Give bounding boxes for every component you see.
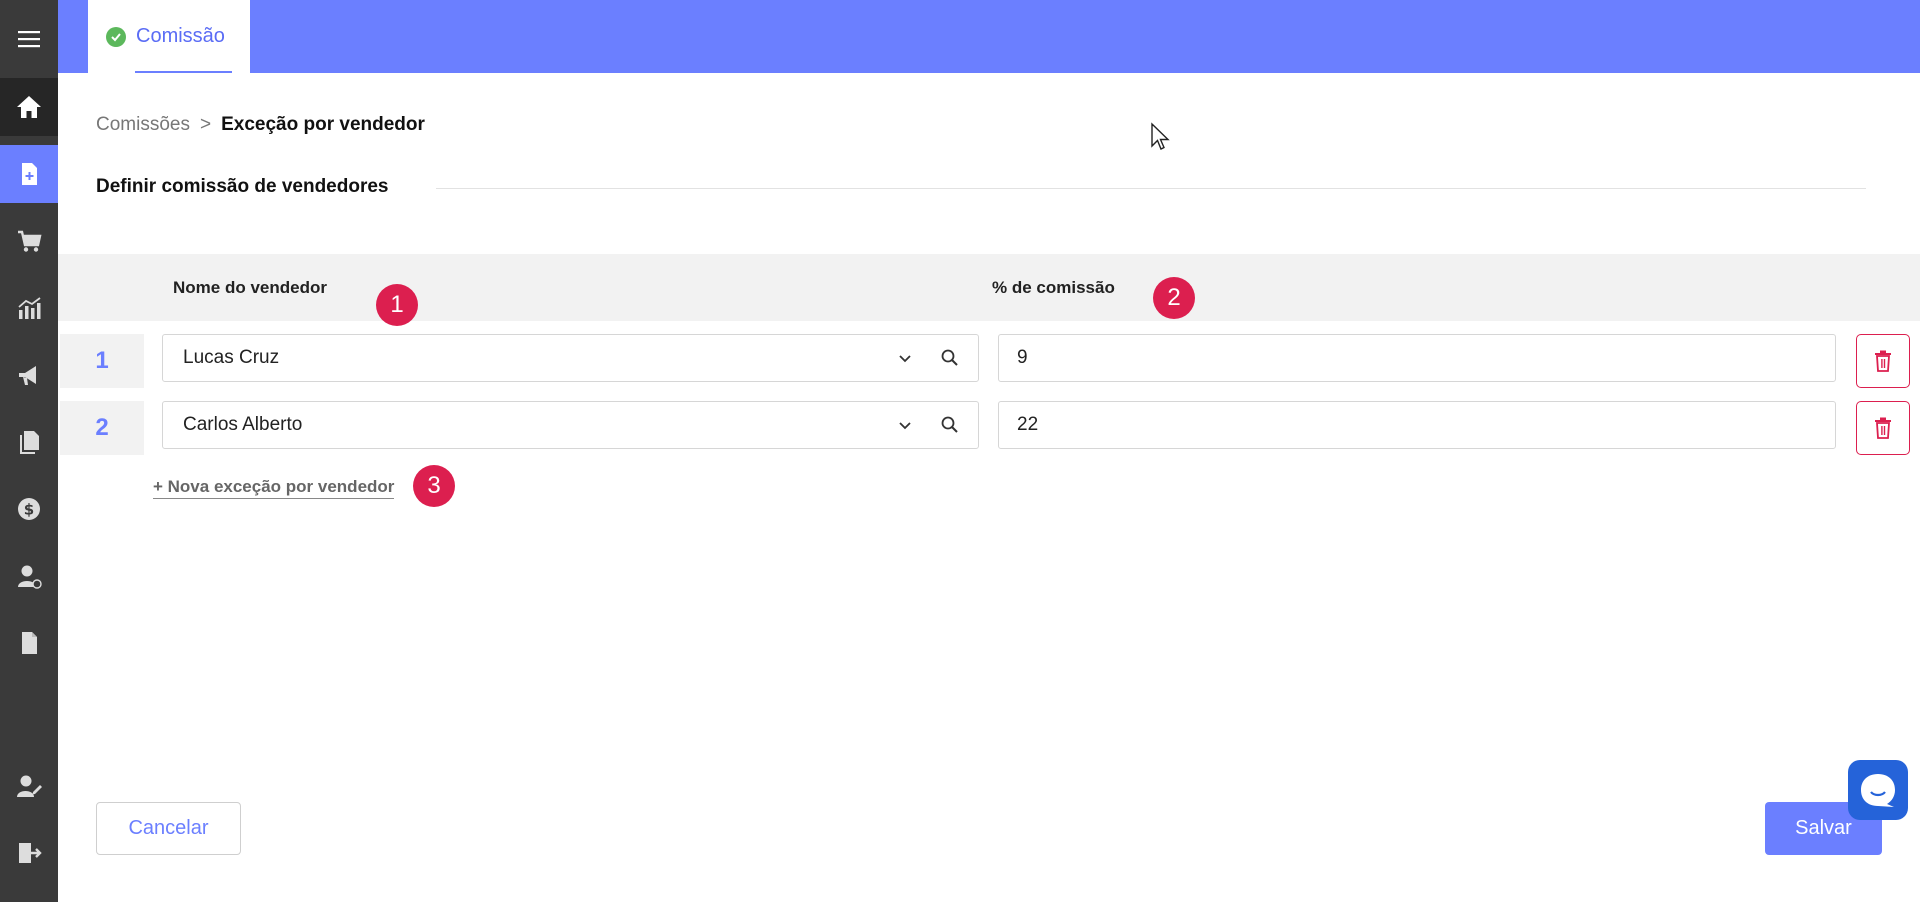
commission-value: 9: [1017, 347, 1028, 368]
user-edit-icon: [17, 775, 42, 797]
svg-text:$: $: [24, 501, 34, 519]
sidebar-item-home[interactable]: [0, 78, 58, 136]
row-number: 1: [60, 334, 144, 388]
app-root: $ Comissão Comissões > Exceção por vende…: [0, 0, 1920, 902]
sidebar-item-profile[interactable]: [0, 757, 58, 815]
table-header: Nome do vendedor % de comissão: [58, 254, 1920, 321]
sidebar-item-cart[interactable]: [0, 212, 58, 270]
chevron-down-icon[interactable]: [896, 416, 914, 434]
sidebar-item-reports[interactable]: [0, 279, 58, 337]
seller-select[interactable]: Carlos Alberto: [162, 401, 979, 449]
mouse-cursor-icon: [1151, 122, 1170, 150]
commission-input[interactable]: 22: [998, 401, 1836, 449]
cart-icon: [18, 230, 42, 252]
chevron-down-icon[interactable]: [896, 349, 914, 367]
search-icon[interactable]: [940, 415, 960, 435]
row-number: 2: [60, 401, 144, 455]
step-badge-1: 1: [376, 284, 418, 326]
document-icon: [22, 632, 37, 654]
breadcrumb: Comissões > Exceção por vendedor: [96, 114, 425, 136]
delete-row-button[interactable]: [1856, 401, 1910, 455]
chat-widget-button[interactable]: [1848, 760, 1908, 820]
sidebar: $: [0, 0, 58, 902]
delete-row-button[interactable]: [1856, 334, 1910, 388]
section-title: Definir comissão de vendedores: [96, 176, 389, 197]
add-seller-exception-link[interactable]: + Nova exceção por vendedor: [153, 477, 395, 499]
sidebar-item-files[interactable]: [0, 413, 58, 471]
header-seller-name: Nome do vendedor: [173, 278, 327, 297]
header-commission-percent: % de comissão: [992, 278, 1115, 297]
seller-select[interactable]: Lucas Cruz: [162, 334, 979, 382]
files-icon: [20, 431, 39, 454]
breadcrumb-separator: >: [199, 114, 212, 135]
step-badge-2: 2: [1153, 277, 1195, 319]
section-divider: [436, 188, 1866, 189]
sidebar-item-sellers[interactable]: [0, 547, 58, 605]
step-badge-3: 3: [413, 465, 455, 507]
trash-icon: [1875, 350, 1891, 372]
search-icon[interactable]: [940, 348, 960, 368]
hamburger-icon: [18, 31, 40, 48]
user-dollar-icon: [18, 565, 42, 589]
seller-select-value: Lucas Cruz: [183, 347, 280, 368]
trash-icon: [1875, 417, 1891, 439]
sidebar-item-finance[interactable]: $: [0, 480, 58, 538]
cancel-button[interactable]: Cancelar: [96, 802, 241, 855]
top-bar: Comissão: [58, 0, 1920, 73]
sidebar-item-logout[interactable]: [0, 824, 58, 882]
commission-value: 22: [1017, 414, 1039, 435]
chart-icon: [18, 297, 41, 319]
tab-active-indicator: [135, 71, 232, 73]
check-circle-icon: [106, 26, 126, 47]
tab-label: Comissão: [136, 25, 225, 47]
dollar-coin-icon: $: [18, 498, 40, 520]
sidebar-item-documents[interactable]: [0, 614, 58, 672]
megaphone-icon: [19, 366, 36, 385]
sidebar-item-marketing[interactable]: [0, 346, 58, 404]
document-plus-icon: [22, 163, 37, 185]
commission-input[interactable]: 9: [998, 334, 1836, 382]
chat-icon: [1861, 774, 1895, 807]
seller-select-value: Carlos Alberto: [183, 414, 303, 435]
menu-toggle[interactable]: [0, 10, 58, 68]
breadcrumb-parent[interactable]: Comissões: [96, 114, 190, 136]
breadcrumb-current: Exceção por vendedor: [221, 114, 425, 135]
logout-icon: [19, 843, 42, 863]
home-icon: [17, 96, 41, 118]
tab-comissao[interactable]: Comissão: [88, 0, 250, 73]
sidebar-item-new-document[interactable]: [0, 145, 58, 203]
